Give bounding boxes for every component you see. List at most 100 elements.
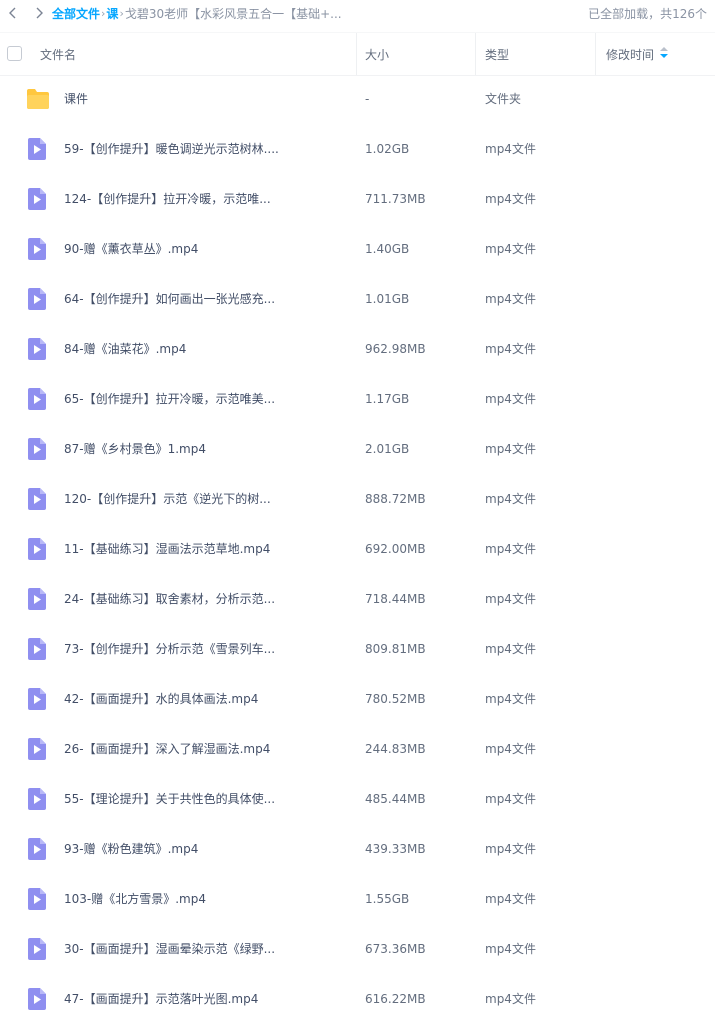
file-size: 2.01GB xyxy=(365,442,410,456)
file-size: - xyxy=(365,92,370,106)
file-name[interactable]: 64-【创作提升】如何画出一张光感充... xyxy=(64,274,275,324)
video-file-icon xyxy=(27,187,49,211)
video-file-icon xyxy=(27,637,49,661)
file-name[interactable]: 59-【创作提升】暖色调逆光示范树林.... xyxy=(64,124,279,174)
file-row[interactable]: 64-【创作提升】如何画出一张光感充... 1.01GB mp4文件 xyxy=(0,274,715,324)
video-file-icon xyxy=(27,887,49,911)
breadcrumb-separator-icon: › xyxy=(101,6,106,20)
file-type: mp4文件 xyxy=(485,292,536,306)
video-file-icon xyxy=(27,387,49,411)
select-all-checkbox[interactable] xyxy=(7,46,22,61)
file-name[interactable]: 42-【画面提升】水的具体画法.mp4 xyxy=(64,674,258,724)
file-type: mp4文件 xyxy=(485,592,536,606)
column-header-modified-label: 修改时间 xyxy=(606,47,655,62)
file-name[interactable]: 84-赠《油菜花》.mp4 xyxy=(64,324,186,374)
file-type: mp4文件 xyxy=(485,742,536,756)
folder-row[interactable]: 课件 - 文件夹 xyxy=(0,74,715,124)
forward-icon[interactable] xyxy=(26,7,52,19)
file-row[interactable]: 65-【创作提升】拉开冷暖，示范唯美... 1.17GB mp4文件 xyxy=(0,374,715,424)
file-row[interactable]: 42-【画面提升】水的具体画法.mp4 780.52MB mp4文件 xyxy=(0,674,715,724)
file-row[interactable]: 55-【理论提升】关于共性色的具体使... 485.44MB mp4文件 xyxy=(0,774,715,824)
file-row[interactable]: 59-【创作提升】暖色调逆光示范树林.... 1.02GB mp4文件 xyxy=(0,124,715,174)
column-divider[interactable] xyxy=(356,33,357,75)
file-name[interactable]: 课件 xyxy=(64,74,88,124)
folder-icon xyxy=(26,88,49,112)
file-size: 1.02GB xyxy=(365,142,410,156)
file-name[interactable]: 26-【画面提升】深入了解湿画法.mp4 xyxy=(64,724,270,774)
file-name[interactable]: 93-赠《粉色建筑》.mp4 xyxy=(64,824,198,874)
file-size: 780.52MB xyxy=(365,692,426,706)
file-type: mp4文件 xyxy=(485,142,536,156)
file-name[interactable]: 124-【创作提升】拉开冷暖，示范唯... xyxy=(64,174,271,224)
file-size: 962.98MB xyxy=(365,342,426,356)
file-name[interactable]: 87-赠《乡村景色》1.mp4 xyxy=(64,424,206,474)
file-type: mp4文件 xyxy=(485,692,536,706)
video-file-icon xyxy=(27,787,49,811)
video-file-icon xyxy=(27,537,49,561)
file-row[interactable]: 26-【画面提升】深入了解湿画法.mp4 244.83MB mp4文件 xyxy=(0,724,715,774)
file-name[interactable]: 73-【创作提升】分析示范《雪景列车... xyxy=(64,624,275,674)
column-header-size[interactable]: 大小 xyxy=(365,33,389,75)
file-size: 711.73MB xyxy=(365,192,426,206)
file-row[interactable]: 90-赠《薰衣草丛》.mp4 1.40GB mp4文件 xyxy=(0,224,715,274)
file-type: mp4文件 xyxy=(485,942,536,956)
breadcrumb-separator-icon: › xyxy=(119,6,124,20)
file-name[interactable]: 103-赠《北方雪景》.mp4 xyxy=(64,874,206,924)
video-file-icon xyxy=(27,437,49,461)
video-file-icon xyxy=(27,737,49,761)
file-row[interactable]: 120-【创作提升】示范《逆光下的树... 888.72MB mp4文件 xyxy=(0,474,715,524)
column-header-modified[interactable]: 修改时间 xyxy=(606,33,669,75)
sort-icon[interactable] xyxy=(660,47,669,61)
file-size: 1.17GB xyxy=(365,392,410,406)
file-type: mp4文件 xyxy=(485,242,536,256)
file-row[interactable]: 124-【创作提升】拉开冷暖，示范唯... 711.73MB mp4文件 xyxy=(0,174,715,224)
file-size: 1.40GB xyxy=(365,242,410,256)
file-size: 673.36MB xyxy=(365,942,426,956)
file-name[interactable]: 47-【画面提升】示范落叶光图.mp4 xyxy=(64,974,258,1024)
file-row[interactable]: 73-【创作提升】分析示范《雪景列车... 809.81MB mp4文件 xyxy=(0,624,715,674)
file-type: mp4文件 xyxy=(485,392,536,406)
file-name[interactable]: 65-【创作提升】拉开冷暖，示范唯美... xyxy=(64,374,275,424)
file-name[interactable]: 30-【画面提升】湿画晕染示范《绿野... xyxy=(64,924,275,974)
file-size: 1.01GB xyxy=(365,292,410,306)
file-name[interactable]: 90-赠《薰衣草丛》.mp4 xyxy=(64,224,198,274)
file-name[interactable]: 24-【基础练习】取舍素材，分析示范... xyxy=(64,574,275,624)
file-row[interactable]: 93-赠《粉色建筑》.mp4 439.33MB mp4文件 xyxy=(0,824,715,874)
file-row[interactable]: 103-赠《北方雪景》.mp4 1.55GB mp4文件 xyxy=(0,874,715,924)
file-size: 718.44MB xyxy=(365,592,426,606)
breadcrumb-all-files[interactable]: 全部文件 xyxy=(52,5,100,22)
back-icon[interactable] xyxy=(0,7,26,19)
column-divider[interactable] xyxy=(475,33,476,75)
file-row[interactable]: 11-【基础练习】湿画法示范草地.mp4 692.00MB mp4文件 xyxy=(0,524,715,574)
file-row[interactable]: 87-赠《乡村景色》1.mp4 2.01GB mp4文件 xyxy=(0,424,715,474)
video-file-icon xyxy=(27,287,49,311)
column-divider[interactable] xyxy=(595,33,596,75)
video-file-icon xyxy=(27,487,49,511)
breadcrumb-folder[interactable]: 课 xyxy=(106,5,118,22)
file-name[interactable]: 11-【基础练习】湿画法示范草地.mp4 xyxy=(64,524,270,574)
file-size: 616.22MB xyxy=(365,992,426,1006)
file-name[interactable]: 55-【理论提升】关于共性色的具体使... xyxy=(64,774,275,824)
file-row[interactable]: 84-赠《油菜花》.mp4 962.98MB mp4文件 xyxy=(0,324,715,374)
file-type: mp4文件 xyxy=(485,642,536,656)
file-row[interactable]: 30-【画面提升】湿画晕染示范《绿野... 673.36MB mp4文件 xyxy=(0,924,715,974)
video-file-icon xyxy=(27,837,49,861)
video-file-icon xyxy=(27,937,49,961)
column-header-name[interactable]: 文件名 xyxy=(40,33,76,75)
file-size: 809.81MB xyxy=(365,642,426,656)
breadcrumb-current: 戈碧30老师【水彩风景五合一【基础+... xyxy=(124,6,342,21)
file-type: mp4文件 xyxy=(485,342,536,356)
column-header-type[interactable]: 类型 xyxy=(485,33,509,75)
file-size: 439.33MB xyxy=(365,842,426,856)
video-file-icon xyxy=(27,987,49,1011)
file-row[interactable]: 24-【基础练习】取舍素材，分析示范... 718.44MB mp4文件 xyxy=(0,574,715,624)
file-size: 692.00MB xyxy=(365,542,426,556)
file-row[interactable]: 47-【画面提升】示范落叶光图.mp4 616.22MB mp4文件 xyxy=(0,974,715,1024)
file-name[interactable]: 120-【创作提升】示范《逆光下的树... xyxy=(64,474,271,524)
file-type: mp4文件 xyxy=(485,192,536,206)
file-size: 888.72MB xyxy=(365,492,426,506)
file-size: 485.44MB xyxy=(365,792,426,806)
file-type: mp4文件 xyxy=(485,442,536,456)
file-size: 244.83MB xyxy=(365,742,426,756)
video-file-icon xyxy=(27,687,49,711)
